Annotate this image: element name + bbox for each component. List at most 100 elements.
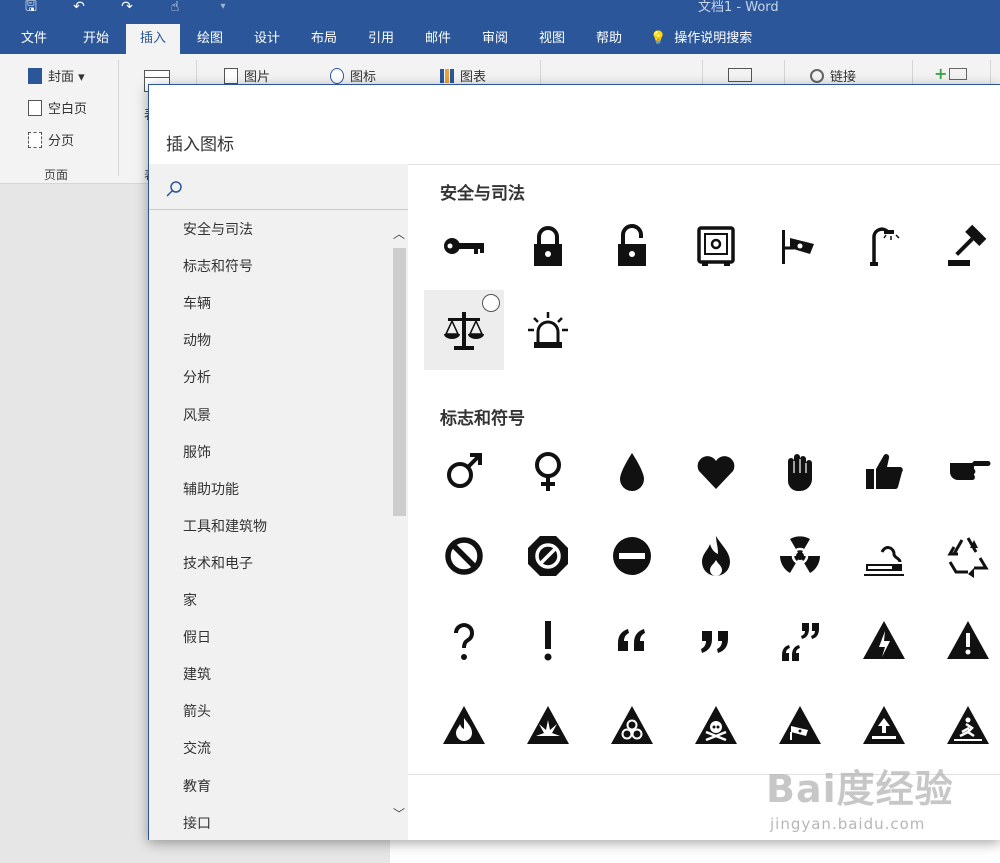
category-item[interactable]: 建筑: [183, 665, 211, 685]
customize-qat-icon[interactable]: ▾: [202, 1, 244, 13]
category-item[interactable]: 箭头: [183, 702, 211, 722]
tab-draw[interactable]: 绘图: [183, 24, 237, 54]
insert-icons-dialog: 插入图标 安全与司法 标志和符号 车辆 动物 分析 风景 服饰 辅助功能 工具和建筑物 技术和电子…: [148, 84, 1000, 840]
question-icon[interactable]: [424, 601, 504, 681]
section-title-safety: 安全与司法: [440, 184, 525, 204]
tab-references[interactable]: 引用: [354, 24, 408, 54]
tab-insert[interactable]: 插入: [126, 24, 180, 54]
scales-of-justice-icon[interactable]: [424, 290, 504, 370]
scroll-down-icon[interactable]: ﹀: [391, 799, 407, 829]
radioactive-icon[interactable]: [760, 516, 840, 596]
category-item[interactable]: 车辆: [183, 294, 211, 314]
radioactive-icon-glyph: [780, 536, 820, 573]
prohibited-icon[interactable]: [424, 516, 504, 596]
redo-icon[interactable]: ↷: [106, 0, 148, 14]
tab-view[interactable]: 视图: [525, 24, 579, 54]
drop-icon[interactable]: [592, 431, 672, 511]
lock-icon[interactable]: [508, 206, 588, 286]
exclamation-icon-glyph: [544, 621, 552, 661]
female-icon[interactable]: [508, 431, 588, 511]
hand-icon[interactable]: [760, 431, 840, 511]
close-quote-icon[interactable]: [676, 601, 756, 681]
slippery-warning-icon[interactable]: [928, 686, 1000, 766]
category-item[interactable]: 辅助功能: [183, 480, 239, 500]
camera-warning-icon[interactable]: [760, 686, 840, 766]
explosive-warning-icon[interactable]: [508, 686, 588, 766]
save-icon[interactable]: 🖫: [10, 0, 52, 14]
heart-icon[interactable]: [676, 431, 756, 511]
blank-page-button[interactable]: 空白页: [28, 98, 87, 117]
category-item[interactable]: 安全与司法: [183, 220, 253, 240]
unlock-icon-glyph: [618, 224, 646, 266]
quotes-icon[interactable]: [760, 601, 840, 681]
page-break-button[interactable]: 分页: [28, 130, 74, 149]
key-icon[interactable]: [424, 206, 504, 286]
tab-design[interactable]: 设计: [240, 24, 294, 54]
flammable-warning-icon-glyph: [443, 706, 485, 744]
tab-help[interactable]: 帮助: [582, 24, 636, 54]
online-video-icon[interactable]: [728, 68, 752, 82]
category-item[interactable]: 接口: [183, 814, 211, 834]
category-item[interactable]: 标志和符号: [183, 257, 253, 277]
tell-me-search[interactable]: 💡 操作说明搜索: [650, 24, 760, 54]
chart-button[interactable]: 图表: [440, 66, 486, 85]
fire-icon-glyph: [702, 536, 730, 576]
category-item[interactable]: 交流: [183, 739, 211, 759]
selection-checkbox[interactable]: [482, 294, 500, 312]
recycle-icon[interactable]: [928, 516, 1000, 596]
street-light-icon-glyph: [870, 227, 900, 266]
warning-icon[interactable]: [844, 601, 924, 681]
tab-review[interactable]: 审阅: [468, 24, 522, 54]
biohazard-warning-icon[interactable]: [592, 686, 672, 766]
point-right-icon[interactable]: [928, 431, 1000, 511]
pages-group-label: 页面: [44, 168, 69, 182]
warning-icon-2[interactable]: [928, 601, 1000, 681]
category-item[interactable]: 动物: [183, 331, 211, 351]
gavel-icon[interactable]: [928, 206, 1000, 286]
tab-home[interactable]: 开始: [68, 24, 124, 54]
cover-page-button[interactable]: 封面 ▾: [28, 66, 85, 85]
category-item[interactable]: 风景: [183, 406, 211, 426]
pictures-button[interactable]: 图片: [224, 66, 270, 85]
minus-circle-icon[interactable]: [592, 516, 672, 596]
fire-icon[interactable]: [676, 516, 756, 596]
safe-icon[interactable]: [676, 206, 756, 286]
comment-icon[interactable]: +: [934, 64, 968, 83]
thumbs-up-icon[interactable]: [844, 431, 924, 511]
tab-file[interactable]: 文件: [8, 24, 60, 54]
scroll-up-icon[interactable]: ︿: [391, 219, 407, 249]
category-item[interactable]: 技术和电子: [183, 554, 253, 574]
tab-mailings[interactable]: 邮件: [411, 24, 465, 54]
category-item[interactable]: 分析: [183, 368, 211, 388]
category-item[interactable]: 假日: [183, 628, 211, 648]
security-camera-icon[interactable]: [760, 206, 840, 286]
open-quote-icon[interactable]: [592, 601, 672, 681]
toxic-warning-icon[interactable]: [676, 686, 756, 766]
category-item[interactable]: 家: [183, 591, 197, 611]
flammable-warning-icon[interactable]: [424, 686, 504, 766]
hand-icon-glyph: [788, 454, 812, 491]
male-icon[interactable]: [424, 431, 504, 511]
tab-layout[interactable]: 布局: [297, 24, 351, 54]
no-smoking-icon[interactable]: [844, 516, 924, 596]
exclamation-icon[interactable]: [508, 601, 588, 681]
category-item[interactable]: 教育: [183, 777, 211, 797]
category-item[interactable]: 服饰: [183, 443, 211, 463]
siren-icon[interactable]: [508, 290, 588, 370]
icon-search-input[interactable]: [193, 174, 393, 204]
hot-surface-warning-icon[interactable]: [844, 686, 924, 766]
lightbulb-icon: 💡: [650, 31, 667, 46]
touch-mode-icon[interactable]: ☝: [154, 0, 196, 14]
hot-surface-warning-icon-glyph: [863, 706, 905, 744]
link-button[interactable]: 链接: [810, 66, 856, 85]
street-light-icon[interactable]: [844, 206, 924, 286]
undo-icon[interactable]: ↶: [58, 0, 100, 14]
icons-button[interactable]: 图标: [330, 66, 376, 85]
unlock-icon[interactable]: [592, 206, 672, 286]
category-item[interactable]: 工具和建筑物: [183, 517, 267, 537]
toxic-warning-icon-glyph: [695, 706, 737, 744]
stop-icon[interactable]: [508, 516, 588, 596]
scroll-thumb[interactable]: [393, 248, 406, 516]
category-scrollbar[interactable]: ︿ ﹀: [391, 219, 407, 839]
prohibited-icon-glyph: [445, 537, 483, 575]
